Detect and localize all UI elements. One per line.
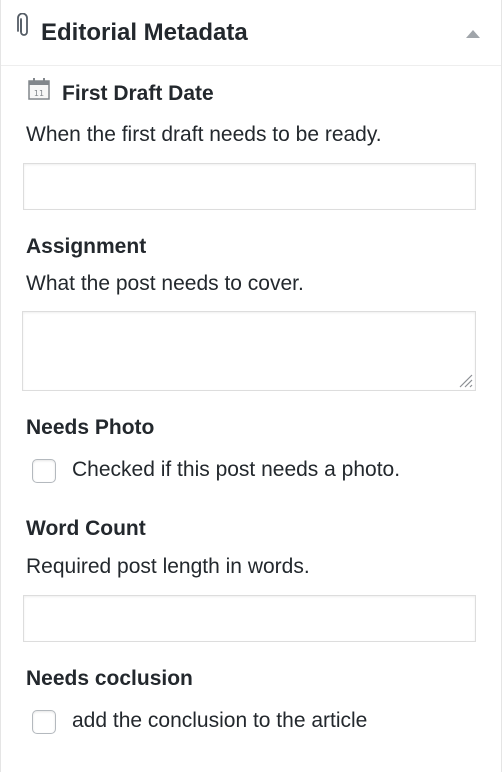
calendar-number: 11 xyxy=(34,89,44,98)
needs-photo-checkbox[interactable] xyxy=(32,459,56,483)
assignment-description: What the post needs to cover. xyxy=(26,272,304,295)
first-draft-date-label: First Draft Date xyxy=(62,82,214,105)
needs-conclusion-checkbox-label[interactable]: add the conclusion to the article xyxy=(72,709,367,733)
word-count-input[interactable] xyxy=(23,595,476,642)
calendar-icon: 11 xyxy=(28,78,50,100)
needs-conclusion-checkbox[interactable] xyxy=(32,710,56,734)
needs-conclusion-label: Needs coclusion xyxy=(26,667,193,690)
metabox-header[interactable]: Editorial Metadata xyxy=(1,0,501,66)
assignment-label: Assignment xyxy=(26,235,147,258)
word-count-label: Word Count xyxy=(26,517,146,540)
editorial-metadata-metabox: Editorial Metadata 11 First Draft Date W… xyxy=(0,0,502,772)
metabox-title: Editorial Metadata xyxy=(41,19,248,46)
assignment-textarea-wrapper xyxy=(22,311,476,391)
first-draft-date-description: When the first draft needs to be ready. xyxy=(26,123,382,146)
paperclip-icon xyxy=(17,13,28,36)
needs-photo-checkbox-label[interactable]: Checked if this post needs a photo. xyxy=(72,458,400,482)
needs-photo-label: Needs Photo xyxy=(26,416,155,439)
first-draft-date-input[interactable] xyxy=(23,163,476,210)
assignment-textarea[interactable] xyxy=(22,311,476,391)
collapse-arrow-icon[interactable] xyxy=(461,26,485,42)
word-count-description: Required post length in words. xyxy=(26,555,310,578)
